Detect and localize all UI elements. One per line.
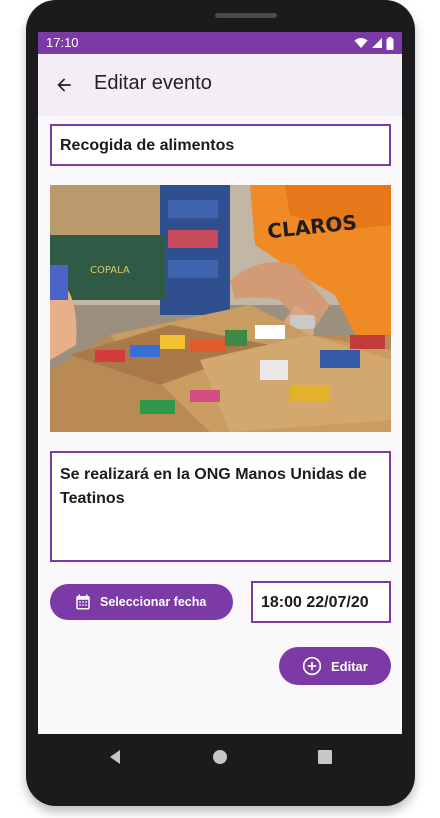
speaker-grille — [215, 13, 277, 18]
wifi-icon — [354, 38, 368, 48]
add-circle-icon — [302, 656, 322, 676]
back-button[interactable] — [48, 70, 80, 100]
nav-home-icon[interactable] — [211, 748, 229, 766]
status-icons — [354, 36, 394, 50]
app-bar: Editar evento — [38, 54, 402, 116]
status-bar: 17:10 — [38, 32, 402, 54]
page-title: Editar evento — [94, 72, 212, 94]
system-nav-bar — [38, 734, 402, 780]
event-photo: COPALA CLAROS — [50, 185, 391, 432]
nav-back-icon[interactable] — [106, 748, 124, 766]
event-datetime-field[interactable]: 18:00 22/07/20 — [251, 581, 391, 623]
arrow-back-icon — [57, 78, 71, 92]
app-screen: 17:10 Editar evento Recogida de alimento… — [38, 32, 402, 734]
nav-recents-icon[interactable] — [316, 748, 334, 766]
event-description-field[interactable]: Se realizará en la ONG Manos Unidas de T… — [50, 451, 391, 562]
edit-label: Editar — [331, 658, 368, 674]
event-title-field[interactable]: Recogida de alimentos — [50, 124, 391, 166]
battery-icon — [386, 36, 394, 50]
signal-icon — [372, 38, 382, 48]
select-date-label: Seleccionar fecha — [100, 595, 207, 609]
edit-button[interactable]: Editar — [279, 647, 391, 685]
status-time: 17:10 — [46, 35, 79, 50]
calendar-icon — [76, 594, 90, 610]
select-date-button[interactable]: Seleccionar fecha — [50, 584, 233, 620]
svg-text:COPALA: COPALA — [90, 265, 130, 276]
